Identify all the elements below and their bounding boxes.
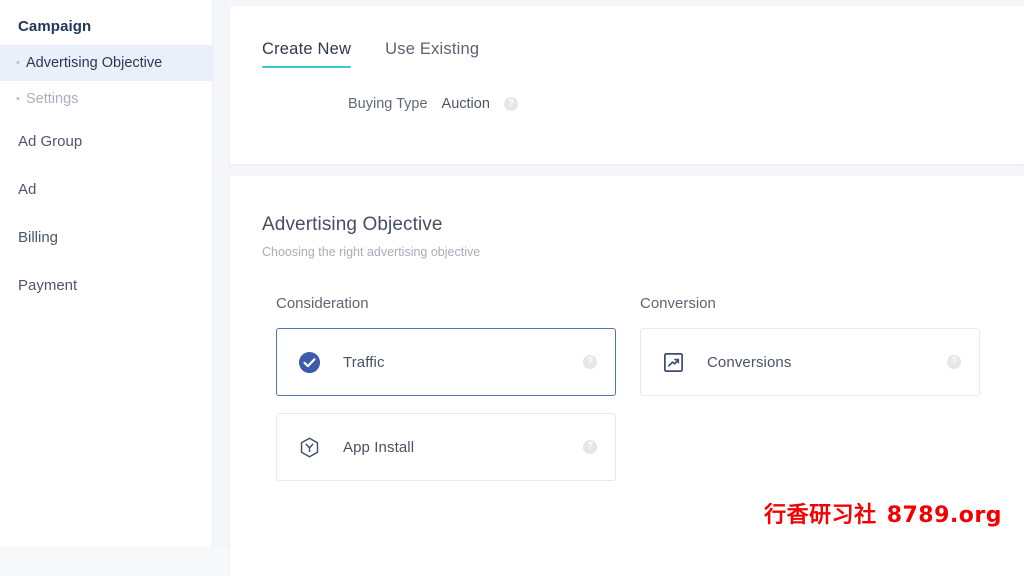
tab-use-existing[interactable]: Use Existing bbox=[385, 40, 479, 68]
tab-label: Create New bbox=[262, 40, 352, 58]
page-title: Advertising Objective bbox=[262, 214, 443, 235]
objective-card-app-install[interactable]: App Install ? bbox=[276, 413, 616, 481]
page-subtitle: Choosing the right advertising objective bbox=[262, 245, 481, 259]
bullet-icon: • bbox=[16, 92, 20, 105]
column-conversion: Conversion Conversions ? bbox=[640, 295, 980, 498]
sidebar-item-ad[interactable]: Ad bbox=[0, 165, 212, 213]
sidebar-item-label: Advertising Objective bbox=[26, 55, 163, 71]
objective-card-label: App Install bbox=[343, 438, 415, 456]
tab-label: Use Existing bbox=[385, 40, 480, 58]
objective-card-label: Conversions bbox=[707, 353, 792, 371]
objective-card-conversions[interactable]: Conversions ? bbox=[640, 328, 980, 396]
check-circle-icon bbox=[297, 350, 321, 374]
sidebar-item-label: Ad bbox=[18, 180, 37, 198]
sidebar-item-label: Billing bbox=[18, 228, 59, 246]
sidebar-title: Campaign bbox=[18, 18, 92, 35]
column-consideration: Consideration Traffic ? App Install ? bbox=[276, 295, 616, 498]
watermark: 行香研习社 8789.org bbox=[764, 497, 1002, 529]
question-mark-icon[interactable]: ? bbox=[583, 440, 597, 454]
sidebar-item-label: Payment bbox=[18, 276, 78, 294]
objective-card-traffic[interactable]: Traffic ? bbox=[276, 328, 616, 396]
objective-columns: Consideration Traffic ? App Install ? Co… bbox=[230, 259, 1024, 498]
question-mark-icon[interactable]: ? bbox=[947, 355, 961, 369]
sidebar-item-billing[interactable]: Billing bbox=[0, 213, 212, 261]
buying-type-row: Buying Type Auction ? bbox=[230, 68, 1024, 112]
bullet-icon: • bbox=[16, 56, 20, 69]
campaign-source-panel: Create New Use Existing Buying Type Auct… bbox=[230, 6, 1024, 164]
buying-type-label: Buying Type bbox=[348, 96, 428, 112]
question-mark-icon[interactable]: ? bbox=[503, 97, 518, 111]
sidebar-item-label: Settings bbox=[26, 91, 79, 107]
buying-type-value: Auction bbox=[441, 96, 490, 112]
sidebar-item-ad-group[interactable]: Ad Group bbox=[0, 117, 212, 165]
objective-card-label: Traffic bbox=[343, 353, 385, 371]
campaign-creation-page: Campaign • Advertising Objective • Setti… bbox=[0, 0, 1024, 576]
sidebar-item-payment[interactable]: Payment bbox=[0, 261, 212, 309]
question-mark-icon[interactable]: ? bbox=[583, 355, 597, 369]
trending-up-square-icon bbox=[661, 350, 685, 374]
watermark-text-cn: 行香研习社 bbox=[764, 503, 877, 528]
column-heading: Consideration bbox=[276, 295, 369, 312]
sidebar-item-label: Ad Group bbox=[18, 132, 83, 150]
sidebar-item-settings[interactable]: • Settings bbox=[0, 81, 212, 117]
objective-header: Advertising Objective Choosing the right… bbox=[230, 176, 1024, 259]
sidebar: Campaign • Advertising Objective • Setti… bbox=[0, 0, 212, 547]
column-heading: Conversion bbox=[640, 295, 716, 312]
hexagon-app-icon bbox=[297, 435, 321, 459]
main-content: Create New Use Existing Buying Type Auct… bbox=[212, 0, 1024, 576]
tab-create-new[interactable]: Create New bbox=[262, 40, 352, 68]
tab-bar: Create New Use Existing bbox=[230, 6, 1024, 68]
sidebar-item-advertising-objective[interactable]: • Advertising Objective bbox=[0, 45, 212, 81]
watermark-text-url: 8789.org bbox=[886, 503, 1002, 528]
